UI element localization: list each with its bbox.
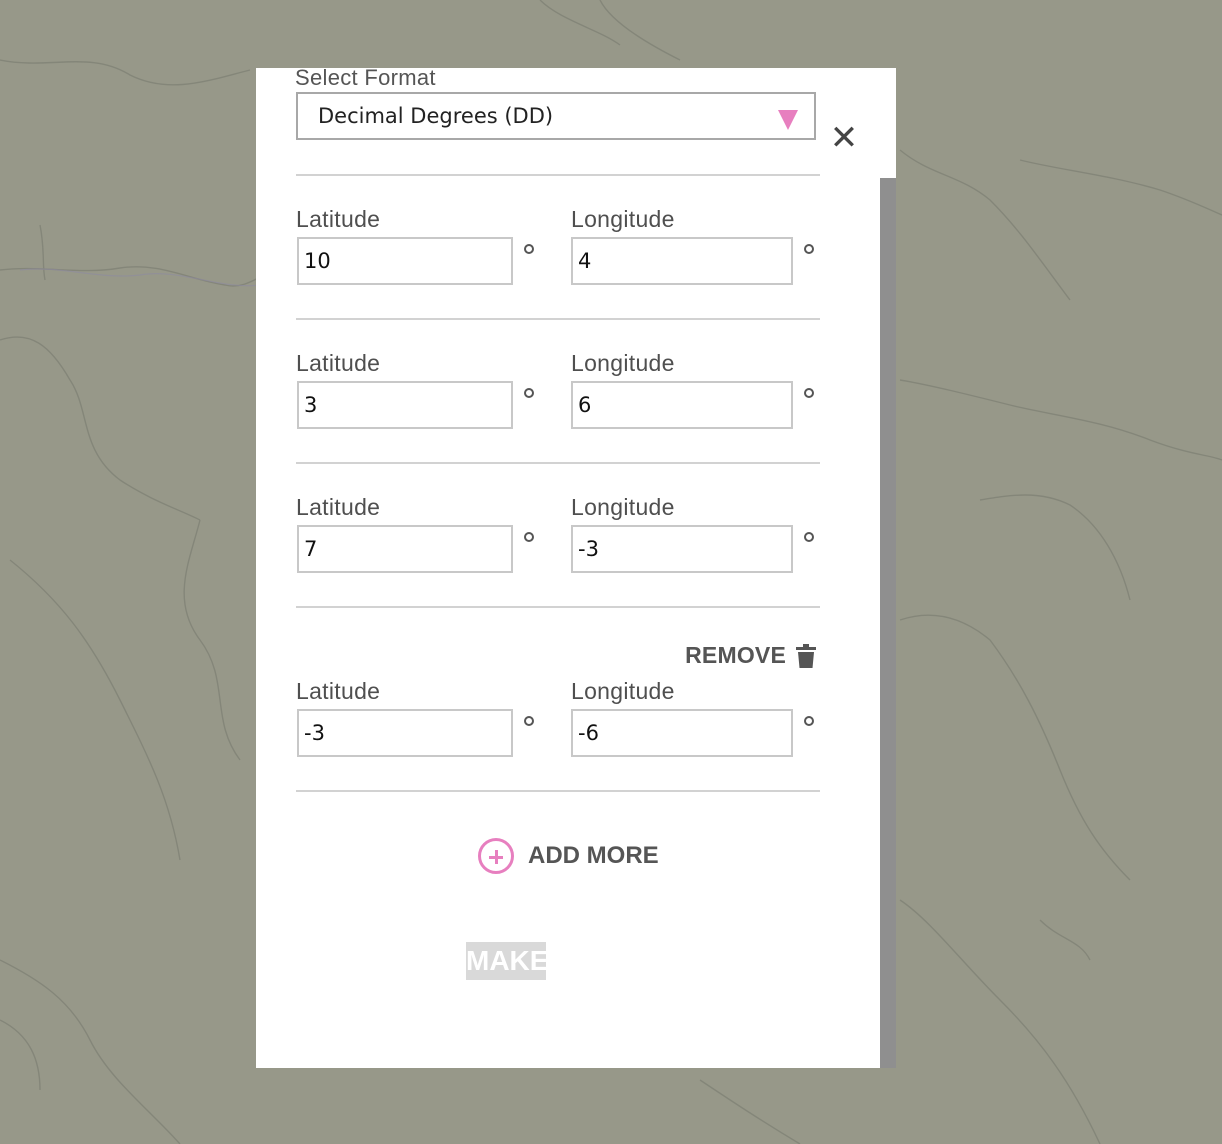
selected-format-value: Decimal Degrees (DD) [318, 104, 554, 128]
longitude-label: Longitude [571, 350, 675, 376]
coordinate-row-4: Latitude Longitude [256, 678, 856, 788]
longitude-input[interactable] [571, 237, 793, 285]
latitude-label: Latitude [296, 678, 381, 704]
longitude-label: Longitude [571, 678, 675, 704]
coordinate-row-3: Latitude Longitude [256, 494, 856, 604]
add-more-button[interactable]: ADD MORE [478, 838, 659, 874]
divider [296, 790, 820, 792]
divider [296, 318, 820, 320]
latitude-input[interactable] [297, 525, 513, 573]
close-icon[interactable]: ✕ [826, 120, 862, 156]
divider [296, 606, 820, 608]
plus-circle-icon [478, 838, 514, 874]
coordinate-row-2: Latitude Longitude [256, 350, 856, 460]
divider [296, 174, 820, 176]
degree-symbol [524, 244, 534, 254]
degree-symbol [524, 716, 534, 726]
trash-icon [796, 643, 816, 668]
coordinate-row-1: Latitude Longitude [256, 206, 856, 316]
triangle-down-icon [778, 110, 798, 130]
longitude-input[interactable] [571, 709, 793, 757]
format-select[interactable]: Decimal Degrees (DD) [296, 92, 816, 140]
longitude-input[interactable] [571, 381, 793, 429]
select-format-label: Select Format [295, 68, 436, 90]
degree-symbol [804, 244, 814, 254]
degree-symbol [804, 716, 814, 726]
degree-symbol [524, 388, 534, 398]
latitude-label: Latitude [296, 206, 381, 232]
remove-label: REMOVE [685, 642, 786, 668]
divider [296, 462, 820, 464]
longitude-label: Longitude [571, 494, 675, 520]
make-button[interactable]: MAKE [466, 942, 548, 980]
degree-symbol [804, 532, 814, 542]
latitude-input[interactable] [297, 237, 513, 285]
coordinate-modal: Select Format Decimal Degrees (DD) ✕ Lat… [256, 68, 896, 1068]
latitude-label: Latitude [296, 494, 381, 520]
add-more-label: ADD MORE [528, 842, 659, 869]
latitude-label: Latitude [296, 350, 381, 376]
longitude-label: Longitude [571, 206, 675, 232]
scrollbar[interactable] [880, 178, 896, 1068]
longitude-input[interactable] [571, 525, 793, 573]
remove-button[interactable]: REMOVE [685, 642, 816, 669]
degree-symbol [524, 532, 534, 542]
latitude-input[interactable] [297, 709, 513, 757]
latitude-input[interactable] [297, 381, 513, 429]
degree-symbol [804, 388, 814, 398]
